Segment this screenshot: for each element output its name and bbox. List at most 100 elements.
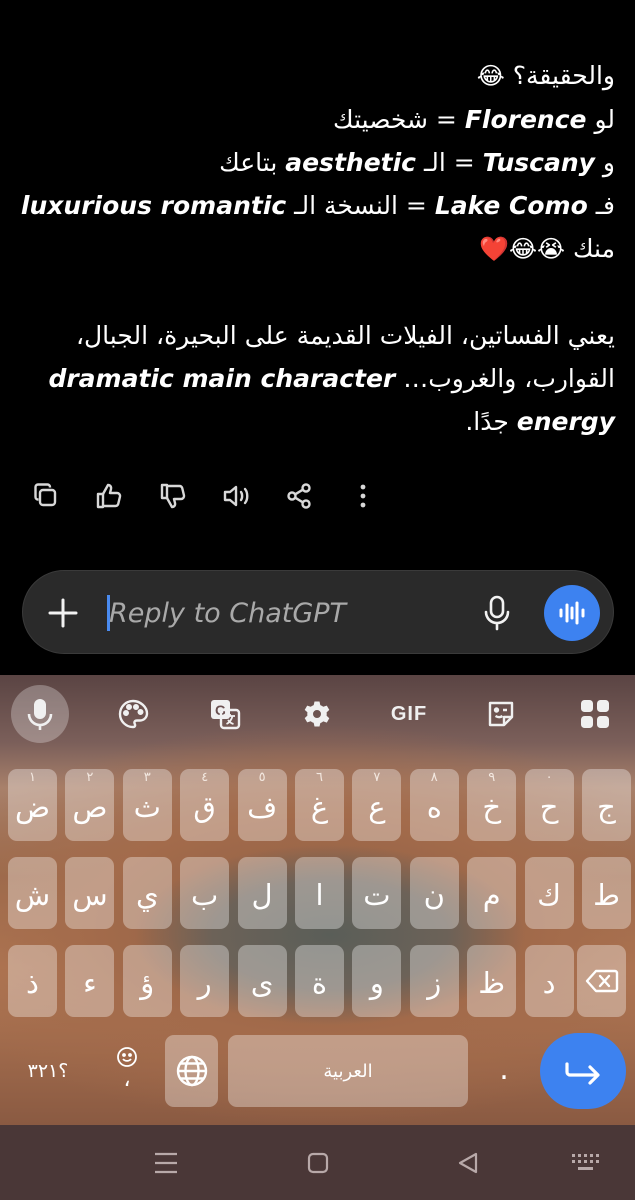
share-button[interactable] (276, 473, 322, 519)
key-number-hint: ٢ (86, 770, 94, 785)
key-row1-2[interactable]: ٣ث (122, 769, 172, 841)
key-number-hint: ٠ (545, 770, 553, 785)
key-row2-4[interactable]: ل (237, 857, 287, 929)
assistant-message: والحقيقة؟ 😂 لو Florence = شخصيتك و Tusca… (20, 54, 615, 443)
key-row3-1[interactable]: ء (65, 945, 115, 1017)
key-label: ب (191, 878, 219, 912)
key-row3-3[interactable]: ر (180, 945, 230, 1017)
message-text: بتاعك (219, 148, 278, 177)
period-key[interactable]: . (484, 1039, 524, 1099)
key-row1-1[interactable]: ٢ص (65, 769, 115, 841)
sticker-button[interactable] (476, 689, 526, 739)
globe-icon (176, 1055, 207, 1087)
message-text: = الـ (423, 148, 475, 177)
emoji: 😂 (476, 62, 505, 90)
key-row2-8[interactable]: م (467, 857, 517, 929)
voice-mode-button[interactable] (544, 585, 600, 641)
symbols-key[interactable]: ؟٣٢١ (18, 1035, 78, 1107)
key-row3-2[interactable]: ؤ (122, 945, 172, 1017)
language-key[interactable] (165, 1035, 218, 1107)
key-row1-6[interactable]: ٧ع (352, 769, 402, 841)
key-number-hint: ٤ (201, 770, 209, 785)
backspace-icon (585, 969, 618, 993)
settings-button[interactable] (292, 689, 342, 739)
emoji-comma-key[interactable]: ، (105, 1039, 149, 1099)
message-text: و (602, 148, 615, 177)
key-row3-7[interactable]: ز (409, 945, 459, 1017)
key-row3-9[interactable]: د (524, 945, 574, 1017)
english-term: Tuscany (482, 148, 595, 177)
key-row1-5[interactable]: ٦غ (295, 769, 344, 841)
message-line-2: لو Florence = شخصيتك (20, 98, 615, 141)
key-row1-0[interactable]: ١ض (8, 769, 57, 841)
key-number-hint: ٨ (430, 770, 438, 785)
keyboard-hide-button[interactable] (566, 1147, 606, 1179)
theme-button[interactable] (108, 689, 158, 739)
microphone-icon (27, 699, 53, 730)
key-label: ء (83, 966, 97, 1000)
enter-arrow-icon (565, 1062, 600, 1085)
english-term: luxurious romantic (20, 191, 287, 220)
key-label: ت (363, 878, 391, 912)
recents-button[interactable] (146, 1147, 186, 1179)
microphone-icon (484, 595, 510, 631)
home-button[interactable] (298, 1147, 338, 1179)
translate-button[interactable]: G (200, 689, 250, 739)
key-row3-6[interactable]: و (352, 945, 402, 1017)
emoji: 😭😂❤️ (479, 235, 566, 263)
key-row1-9[interactable]: ٠ح (524, 769, 574, 841)
key-row2-1[interactable]: س (65, 857, 115, 929)
key-row2-10[interactable]: ط (582, 857, 631, 929)
key-label: ط (593, 878, 620, 912)
key-label: ؤ (140, 966, 155, 1000)
gif-button[interactable]: GIF (384, 689, 434, 739)
more-apps-button[interactable] (570, 689, 620, 739)
attach-button[interactable] (43, 593, 83, 633)
key-label: ظ (478, 966, 506, 1000)
grid-icon (581, 700, 609, 728)
thumbs-up-button[interactable] (86, 473, 132, 519)
more-icon (360, 484, 366, 508)
key-row1-3[interactable]: ٤ق (180, 769, 230, 841)
key-row3-0[interactable]: ذ (8, 945, 57, 1017)
space-key[interactable]: العربية (228, 1035, 468, 1107)
key-row3-4[interactable]: ى (237, 945, 287, 1017)
key-label: ذ (26, 966, 39, 1000)
key-row1-8[interactable]: ٩خ (467, 769, 517, 841)
key-row2-5[interactable]: ا (295, 857, 344, 929)
key-row2-3[interactable]: ب (180, 857, 230, 929)
key-row1-4[interactable]: ٥ف (237, 769, 287, 841)
copy-icon (34, 483, 57, 507)
english-term: Lake Como (434, 191, 588, 220)
dictate-button[interactable] (475, 591, 519, 635)
back-button[interactable] (448, 1147, 488, 1179)
message-line-5: منك 😭😂❤️ (20, 227, 615, 271)
key-row2-0[interactable]: ش (8, 857, 57, 929)
key-label: ز (427, 966, 442, 1000)
key-label: س (72, 878, 108, 912)
backspace-key[interactable] (577, 945, 626, 1017)
key-row2-2[interactable]: ي (122, 857, 172, 929)
key-label: م (482, 878, 501, 912)
system-navigation-bar (0, 1125, 635, 1200)
more-options-button[interactable] (340, 473, 386, 519)
message-text: يعني الفساتين، الفيلات القديمة على البحي… (75, 321, 615, 350)
enter-key[interactable] (540, 1033, 626, 1109)
keyboard: G GIF ١ض٢ص٣ث٤ق٥ف٦غ٧ع٨ه٩خ٠ح ج شسيبل ا تن م كط ذ ء… (0, 675, 635, 1125)
reply-input[interactable] (109, 589, 459, 637)
key-row1-10[interactable]: ج (582, 769, 631, 841)
english-term: dramatic main character (48, 364, 396, 393)
key-row2-7[interactable]: ن (409, 857, 459, 929)
key-row3-8[interactable]: ظ (467, 945, 517, 1017)
key-row2-6[interactable]: ت (352, 857, 402, 929)
key-label: ى (250, 966, 274, 1000)
key-label: ر (197, 966, 212, 1000)
key-row2-9[interactable]: ك (524, 857, 574, 929)
read-aloud-button[interactable] (213, 473, 259, 519)
key-row3-5[interactable]: ة (295, 945, 344, 1017)
key-label: ك (537, 878, 562, 912)
voice-input-key[interactable] (11, 685, 69, 743)
copy-button[interactable] (23, 473, 69, 519)
key-row1-7[interactable]: ٨ه (409, 769, 459, 841)
thumbs-down-button[interactable] (150, 473, 196, 519)
